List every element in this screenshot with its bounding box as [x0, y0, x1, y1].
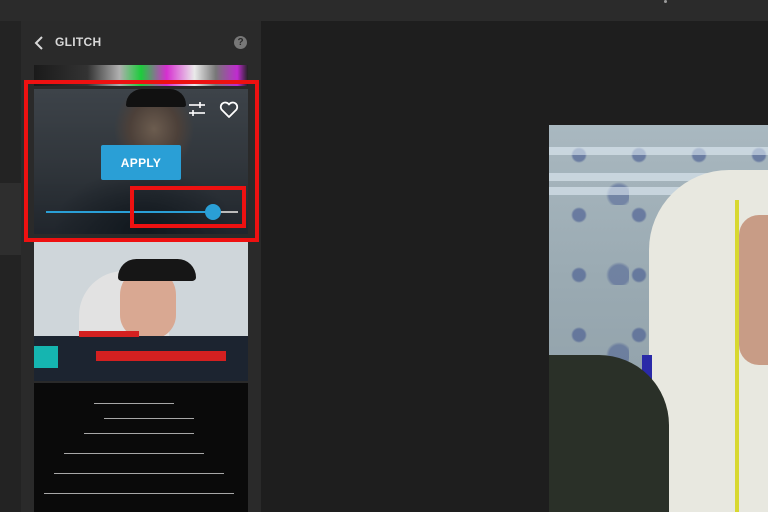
thumbnail-image-detail — [118, 259, 196, 281]
image-canvas — [261, 21, 768, 512]
line-art-stroke — [64, 453, 204, 454]
filter-thumbnail-4[interactable] — [34, 383, 248, 512]
photo-detail — [739, 215, 768, 365]
line-art-stroke — [94, 403, 174, 404]
glitch-stripe — [34, 346, 58, 368]
panel-title: GLITCH — [55, 35, 102, 49]
tool-strip-active-item[interactable] — [0, 183, 21, 255]
filter-thumbnail-3[interactable] — [34, 241, 248, 381]
tool-strip — [0, 21, 21, 512]
glitch-stripe — [96, 351, 226, 361]
line-art-stroke — [54, 473, 224, 474]
photo-detail — [549, 355, 669, 512]
glitch-stripe — [549, 147, 768, 155]
chevron-left-icon[interactable] — [32, 35, 46, 51]
top-bar-dot — [664, 0, 667, 3]
line-art-stroke — [44, 493, 234, 494]
highlight-box-slider — [130, 186, 246, 228]
glitch-stripe — [79, 331, 139, 337]
panel-header: GLITCH ? — [21, 21, 261, 65]
edited-photo[interactable] — [549, 125, 768, 512]
line-art-stroke — [104, 418, 194, 419]
top-bar — [0, 0, 768, 21]
question-circle-icon[interactable]: ? — [234, 36, 247, 49]
line-art-stroke — [84, 433, 194, 434]
